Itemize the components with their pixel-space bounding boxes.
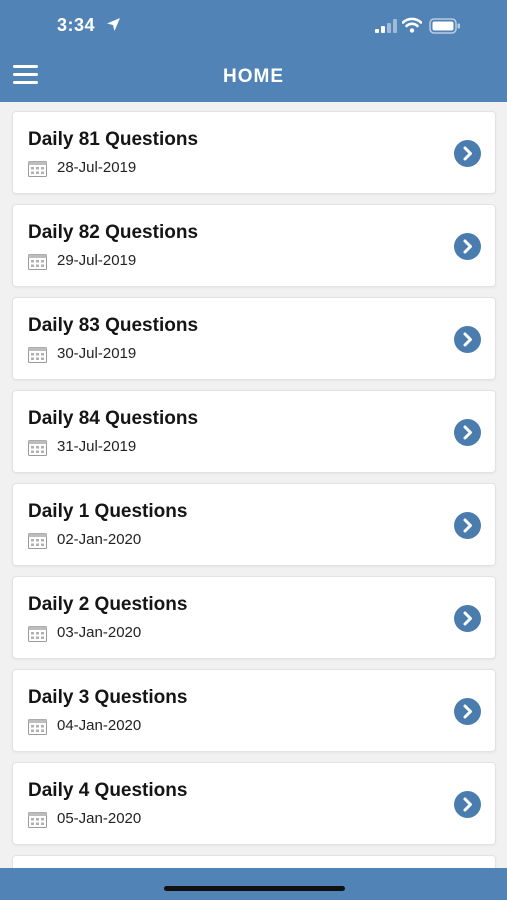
home-indicator[interactable]	[164, 886, 345, 891]
open-item-button[interactable]	[454, 605, 481, 632]
chevron-right-icon	[463, 518, 472, 533]
list-item-partial[interactable]	[12, 855, 496, 868]
calendar-icon	[28, 161, 47, 177]
chevron-right-icon	[463, 611, 472, 626]
item-date: 31-Jul-2019	[57, 438, 137, 455]
calendar-icon	[28, 440, 47, 456]
list-item[interactable]: Daily 1 Questions 02-Jan-2020	[12, 483, 496, 566]
calendar-icon	[28, 626, 47, 642]
item-title: Daily 3 Questions	[28, 687, 188, 708]
item-date: 02-Jan-2020	[57, 531, 142, 548]
open-item-button[interactable]	[454, 326, 481, 353]
item-date: 04-Jan-2020	[57, 717, 142, 734]
list-item[interactable]: Daily 4 Questions 05-Jan-2020	[12, 762, 496, 845]
list-item[interactable]: Daily 83 Questions 30-Jul-2019	[12, 297, 496, 380]
item-title: Daily 84 Questions	[28, 408, 199, 429]
bottom-bar	[0, 868, 507, 900]
list-item[interactable]: Daily 82 Questions 29-Jul-2019	[12, 204, 496, 287]
page-title: HOME	[223, 66, 284, 87]
list-item[interactable]: Daily 81 Questions 28-Jul-2019	[12, 111, 496, 194]
open-item-button[interactable]	[454, 698, 481, 725]
item-title: Daily 82 Questions	[28, 222, 199, 243]
status-time: 3:34	[57, 15, 96, 35]
item-date: 30-Jul-2019	[57, 345, 137, 362]
location-arrow-icon	[107, 18, 120, 31]
item-date: 29-Jul-2019	[57, 252, 137, 269]
item-title: Daily 81 Questions	[28, 129, 199, 150]
nav-bar: HOME	[0, 50, 507, 102]
chevron-right-icon	[463, 425, 472, 440]
item-title: Daily 4 Questions	[28, 780, 188, 801]
status-bar: 3:34	[0, 0, 507, 50]
item-title: Daily 1 Questions	[28, 501, 188, 522]
item-date: 03-Jan-2020	[57, 624, 142, 641]
open-item-button[interactable]	[454, 791, 481, 818]
chevron-right-icon	[463, 239, 472, 254]
item-title: Daily 83 Questions	[28, 315, 199, 336]
chevron-right-icon	[463, 704, 472, 719]
battery-icon	[429, 18, 460, 34]
app-header: 3:34 HOME	[0, 0, 507, 102]
item-title: Daily 2 Questions	[28, 594, 188, 615]
list-item[interactable]: Daily 3 Questions 04-Jan-2020	[12, 669, 496, 752]
question-list[interactable]: Daily 81 Questions 28-Jul-2019 Daily 82 …	[0, 102, 507, 868]
calendar-icon	[28, 533, 47, 549]
chevron-right-icon	[463, 797, 472, 812]
open-item-button[interactable]	[454, 512, 481, 539]
open-item-button[interactable]	[454, 233, 481, 260]
item-date: 28-Jul-2019	[57, 159, 137, 176]
calendar-icon	[28, 347, 47, 363]
list-item[interactable]: Daily 2 Questions 03-Jan-2020	[12, 576, 496, 659]
open-item-button[interactable]	[454, 140, 481, 167]
chevron-right-icon	[463, 332, 472, 347]
open-item-button[interactable]	[454, 419, 481, 446]
list-item[interactable]: Daily 84 Questions 31-Jul-2019	[12, 390, 496, 473]
calendar-icon	[28, 719, 47, 735]
item-date: 05-Jan-2020	[57, 810, 142, 827]
calendar-icon	[28, 254, 47, 270]
calendar-icon	[28, 812, 47, 828]
cellular-signal-icon	[375, 19, 397, 33]
chevron-right-icon	[463, 146, 472, 161]
wifi-icon	[402, 17, 422, 33]
